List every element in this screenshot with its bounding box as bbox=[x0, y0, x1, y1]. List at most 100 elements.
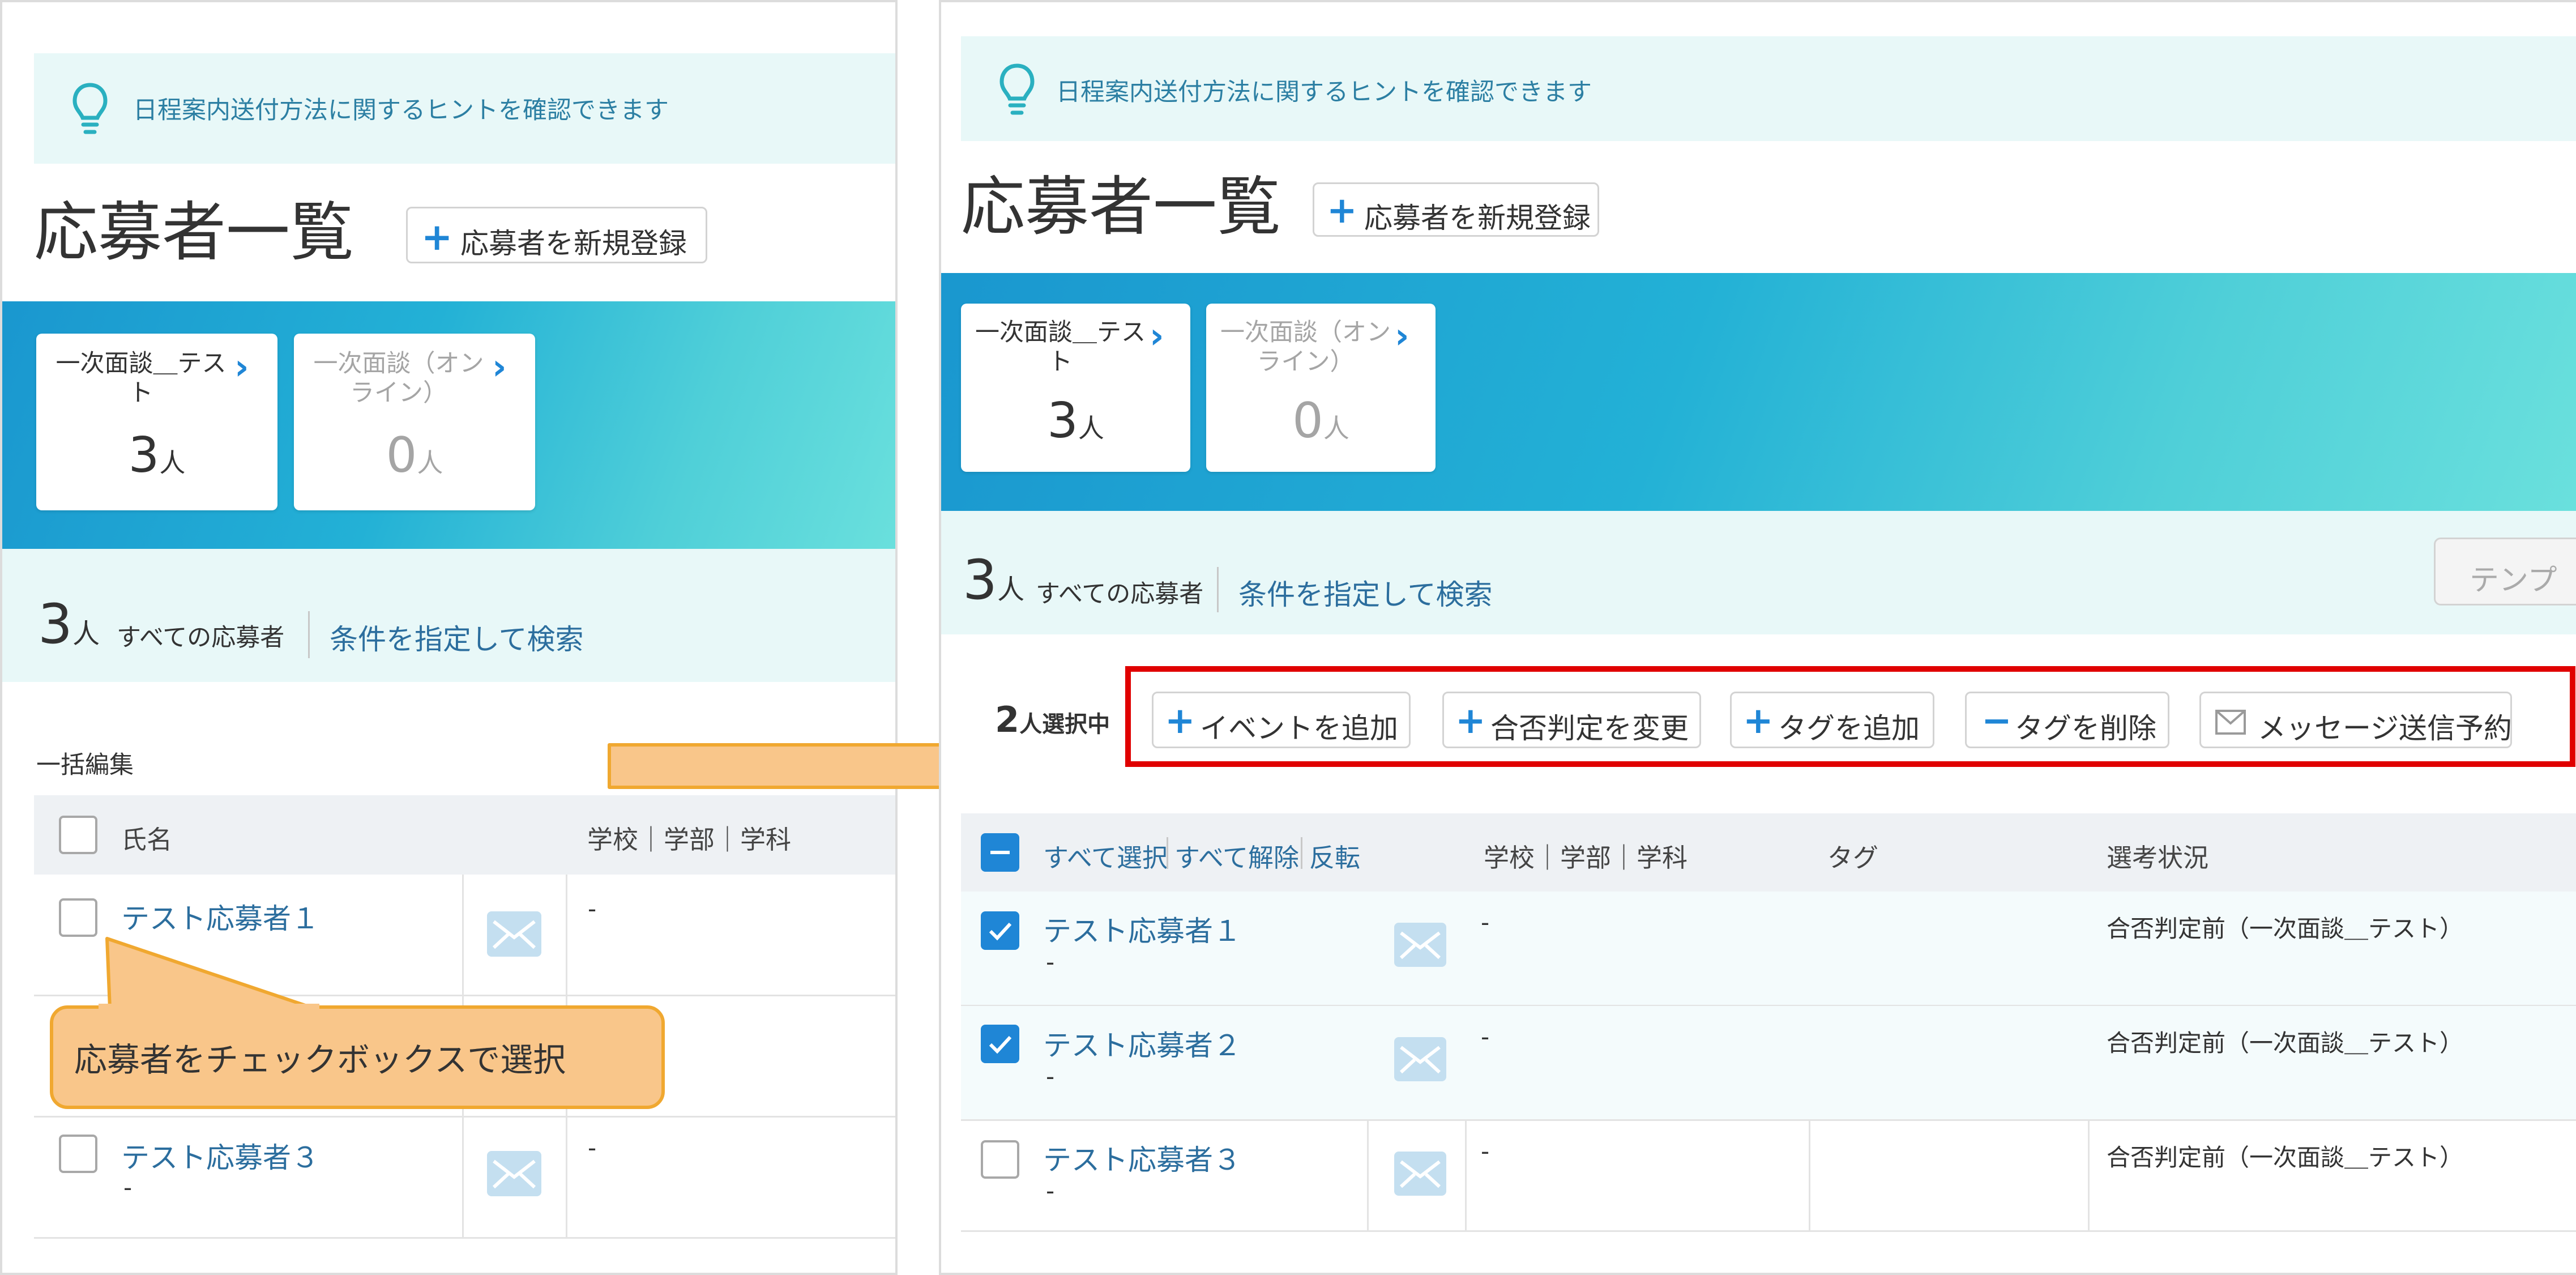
selected-count: 2人選択中 bbox=[995, 699, 1110, 740]
table-row: テスト応募者３ - - 合否判定前（一次面談＿テスト） bbox=[961, 1120, 2576, 1231]
row-checkbox[interactable] bbox=[981, 1025, 1019, 1063]
stage-count-unit: 人 bbox=[1078, 413, 1104, 444]
stage-count-unit: 人 bbox=[1323, 413, 1349, 444]
schedule-message-button[interactable]: メッセージ送信予約 bbox=[2199, 692, 2512, 748]
after-panel: 日程案内送付方法に関するヒントを確認できます 応募者一覧 + 応募者を新規登録 … bbox=[939, 0, 2576, 1275]
hint-banner[interactable]: 日程案内送付方法に関するヒントを確認できます bbox=[961, 36, 2576, 141]
stage-card-title-line1: 一次面談（オン bbox=[313, 349, 484, 378]
row-checkbox[interactable] bbox=[59, 898, 97, 937]
column-school: 学校｜学部｜学科 bbox=[587, 825, 792, 855]
search-conditions-link[interactable]: 条件を指定して検索 bbox=[1238, 572, 1493, 613]
chevron-right-icon: › bbox=[234, 346, 249, 387]
mail-icon[interactable] bbox=[487, 1151, 541, 1196]
page-title: 応募者一覧 bbox=[34, 195, 354, 270]
applicant-name-link[interactable]: テスト応募者３ bbox=[1043, 1137, 1241, 1178]
stage-card-title-line2: ト bbox=[129, 379, 153, 407]
applicant-count-unit: 人 bbox=[997, 574, 1025, 605]
plus-icon: + bbox=[1327, 190, 1357, 232]
add-event-button[interactable]: + イベントを追加 bbox=[1152, 692, 1411, 748]
column-status: 選考状況 bbox=[2107, 843, 2209, 873]
status-value: 合否判定前（一次面談＿テスト） bbox=[2107, 915, 2464, 943]
stage-card-title-line1: 一次面談＿テス bbox=[55, 349, 227, 378]
remove-tag-button[interactable]: − タグを削除 bbox=[1965, 692, 2169, 748]
stage-count-unit: 人 bbox=[159, 447, 186, 478]
stage-card[interactable]: 一次面談＿テス ト › 3人 bbox=[36, 334, 277, 510]
table-row: テスト応募者１ - - 合否判定前（一次面談＿テスト） bbox=[961, 892, 2576, 1005]
search-conditions-link[interactable]: 条件を指定して検索 bbox=[330, 617, 584, 658]
row-checkbox[interactable] bbox=[981, 1140, 1019, 1179]
selected-count-value: 2 bbox=[995, 699, 1020, 740]
applicant-count-unit: 人 bbox=[72, 618, 100, 650]
envelope-icon bbox=[2215, 710, 2246, 735]
chevron-right-icon: › bbox=[492, 346, 507, 387]
change-result-label: 合否判定を変更 bbox=[1490, 712, 1689, 745]
schedule-message-label: メッセージ送信予約 bbox=[2258, 712, 2512, 745]
stage-card-count: 3人 bbox=[961, 396, 1190, 445]
invert-selection-link[interactable]: 反転 bbox=[1309, 837, 1360, 874]
stage-card-title: 一次面談＿テス ト bbox=[48, 349, 234, 408]
stage-card-title-line1: 一次面談＿テス bbox=[975, 318, 1146, 347]
row-divider bbox=[34, 1237, 895, 1239]
divider bbox=[1217, 567, 1219, 612]
register-button-label: 応募者を新規登録 bbox=[460, 227, 687, 260]
mail-icon[interactable] bbox=[1394, 1152, 1446, 1196]
applicant-name-link[interactable]: テスト応募者１ bbox=[121, 896, 319, 937]
row-checkbox[interactable] bbox=[59, 1135, 97, 1173]
stage-count-value: 3 bbox=[128, 427, 160, 484]
school-value: - bbox=[588, 895, 597, 923]
register-applicant-button[interactable]: + 応募者を新規登録 bbox=[406, 207, 707, 263]
lightbulb-icon bbox=[72, 83, 108, 134]
minus-icon: − bbox=[1981, 700, 2012, 742]
school-value: - bbox=[588, 1134, 597, 1162]
register-applicant-button[interactable]: + 応募者を新規登録 bbox=[1313, 182, 1599, 237]
stage-card[interactable]: 一次面談＿テス ト › 3人 bbox=[961, 304, 1190, 472]
stage-count-value: 3 bbox=[1047, 393, 1078, 449]
plus-icon: + bbox=[421, 215, 453, 259]
register-button-label: 応募者を新規登録 bbox=[1364, 202, 1591, 234]
stage-card-title-line1: 一次面談（オン bbox=[1220, 318, 1391, 347]
column-school: 学校｜学部｜学科 bbox=[1484, 843, 1688, 873]
page-title: 応募者一覧 bbox=[961, 169, 1281, 244]
stage-card-count: 3人 bbox=[36, 431, 277, 480]
select-all-checkbox[interactable] bbox=[981, 833, 1019, 872]
check-icon bbox=[989, 1035, 1012, 1054]
status-value: 合否判定前（一次面談＿テスト） bbox=[2107, 1144, 2464, 1171]
row-checkbox[interactable] bbox=[981, 911, 1019, 950]
add-tag-button[interactable]: + タグを追加 bbox=[1730, 692, 1934, 748]
deselect-all-link[interactable]: すべて解除 bbox=[1174, 837, 1299, 874]
before-panel: 日程案内送付方法に関するヒントを確認できます 応募者一覧 + 応募者を新規登録 … bbox=[0, 0, 898, 1275]
select-all-checkbox[interactable] bbox=[59, 816, 97, 854]
plus-icon: + bbox=[1455, 700, 1486, 742]
remove-tag-label: タグを削除 bbox=[2015, 712, 2156, 745]
template-button[interactable]: テンプ bbox=[2434, 538, 2576, 605]
check-icon bbox=[989, 922, 1012, 941]
hint-banner[interactable]: 日程案内送付方法に関するヒントを確認できます bbox=[34, 53, 895, 164]
chevron-right-icon: › bbox=[1150, 315, 1164, 356]
mail-icon[interactable] bbox=[1394, 1037, 1446, 1081]
applicant-name-link[interactable]: テスト応募者２ bbox=[1043, 1023, 1241, 1064]
applicant-count-value: 3 bbox=[38, 592, 73, 656]
callout-bubble bbox=[50, 937, 665, 1109]
applicant-name-link[interactable]: テスト応募者１ bbox=[1043, 909, 1241, 949]
mail-icon[interactable] bbox=[1394, 923, 1446, 967]
summary-bar bbox=[941, 511, 2576, 634]
column-name: 氏名 bbox=[121, 825, 173, 855]
add-tag-label: タグを追加 bbox=[1778, 712, 1920, 745]
change-result-button[interactable]: + 合否判定を変更 bbox=[1442, 692, 1701, 748]
hint-text: 日程案内送付方法に関するヒントを確認できます bbox=[1056, 78, 1592, 106]
column-tag: タグ bbox=[1827, 843, 1879, 873]
envelope-icon bbox=[1399, 1046, 1441, 1074]
applicant-sub-value: - bbox=[1046, 948, 1055, 976]
all-applicants-label: すべての応募者 bbox=[117, 624, 285, 652]
row-divider bbox=[961, 1230, 2576, 1232]
stage-card-count: 0人 bbox=[1206, 396, 1436, 445]
stage-card[interactable]: 一次面談（オン ライン） › 0人 bbox=[1206, 304, 1436, 472]
applicant-name-link[interactable]: テスト応募者３ bbox=[121, 1135, 319, 1176]
select-all-link[interactable]: すべて選択 bbox=[1043, 837, 1168, 874]
template-button-label: テンプ bbox=[2470, 564, 2557, 598]
stage-card-title-line2: ライン） bbox=[350, 379, 447, 407]
stage-card-title-line2: ライン） bbox=[1257, 348, 1355, 376]
stage-card[interactable]: 一次面談（オン ライン） › 0人 bbox=[294, 334, 535, 510]
envelope-icon bbox=[1399, 1160, 1441, 1188]
school-value: - bbox=[1481, 1137, 1490, 1165]
